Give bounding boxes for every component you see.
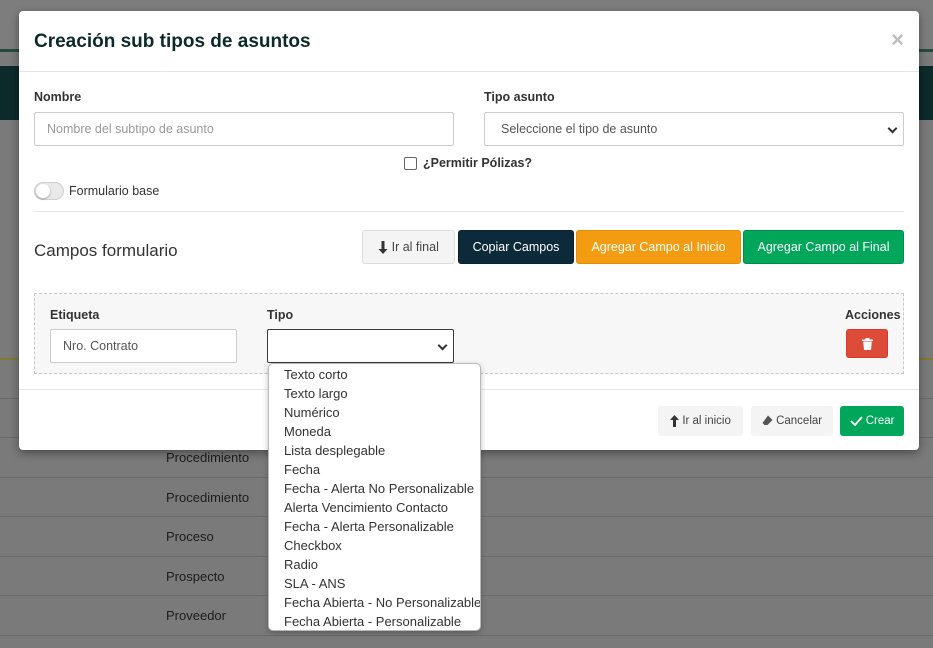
tipo-asunto-selected-value: Seleccione el tipo de asunto [501,122,658,136]
dropdown-option[interactable]: Moneda [269,422,480,441]
create-button[interactable]: Crear [840,406,904,436]
dropdown-option[interactable]: Texto largo [269,384,480,403]
formulario-base-toggle[interactable] [34,182,64,200]
nombre-input[interactable] [34,112,454,146]
permitir-polizas-checkbox[interactable] [404,157,417,170]
background-row-label: Procedimiento [166,490,250,505]
check-icon [849,416,863,426]
tipo-dropdown-list: Texto corto Texto largo Numérico Moneda … [268,363,481,631]
tipo-asunto-select[interactable]: Seleccione el tipo de asunto [484,112,904,146]
cancel-label: Cancelar [776,415,823,427]
close-icon[interactable]: × [891,27,904,53]
etiqueta-header: Etiqueta [50,308,100,322]
background-row-label: Proveedor [166,608,226,623]
tipo-header: Tipo [267,308,294,322]
delete-field-button[interactable] [846,329,888,358]
cancel-button[interactable]: Cancelar [751,406,833,436]
dropdown-option[interactable]: Fecha Abierta - No Personalizable [269,593,480,612]
etiqueta-input[interactable]: Nro. Contrato [50,329,237,363]
chevron-down-icon [437,340,448,351]
dropdown-option[interactable]: SLA - ANS [269,574,480,593]
dropdown-option[interactable]: Fecha - Alerta No Personalizable [269,479,480,498]
modal-header: Creación sub tipos de asuntos × [19,11,919,72]
form-fields-container: Etiqueta Tipo Acciones Nro. Contrato [34,293,904,374]
dropdown-option[interactable]: Texto corto [269,365,480,384]
background-row-label: Prospecto [166,569,225,584]
background-row [0,635,933,648]
eraser-icon [762,415,773,426]
dropdown-option[interactable]: Alerta Vencimiento Contacto [269,498,480,517]
permitir-polizas-label: ¿Permitir Pólizas? [423,156,533,170]
agregar-campo-inicio-button[interactable]: Agregar Campo al Inicio [576,230,741,264]
agregar-campo-final-button[interactable]: Agregar Campo al Final [743,230,904,264]
campos-formulario-title: Campos formulario [34,241,178,260]
acciones-header: Acciones [845,308,901,322]
background-row-label: Proceso [166,529,214,544]
dropdown-option[interactable]: Radio [269,555,480,574]
dropdown-option[interactable]: Lista desplegable [269,441,480,460]
formulario-base-label: Formulario base [69,184,160,198]
ir-al-final-button[interactable]: Ir al final [362,230,455,264]
trash-icon [861,337,873,350]
dropdown-option[interactable]: Numérico [269,403,480,422]
tipo-asunto-label: Tipo asunto [484,90,555,104]
modal-title: Creación sub tipos de asuntos [34,31,311,52]
dropdown-option[interactable]: Fecha - Alerta Personalizable [269,517,480,536]
copiar-campos-button[interactable]: Copiar Campos [458,230,574,264]
divider [34,211,904,212]
ir-al-final-label: Ir al final [391,240,439,254]
ir-al-inicio-label: Ir al inicio [682,415,731,427]
arrow-up-icon [670,414,680,427]
tipo-select[interactable] [267,329,454,363]
chevron-down-icon [887,123,898,134]
background-row-label: Procedimiento [166,450,250,465]
create-label: Crear [865,415,895,427]
nombre-label: Nombre [34,90,82,104]
dropdown-option[interactable]: Fecha [269,460,480,479]
ir-al-inicio-button[interactable]: Ir al inicio [658,406,743,436]
dropdown-option[interactable]: Fecha Abierta - Personalizable [269,612,480,630]
arrow-down-icon [378,241,388,255]
toggle-knob [36,184,50,198]
dropdown-option[interactable]: Checkbox [269,536,480,555]
